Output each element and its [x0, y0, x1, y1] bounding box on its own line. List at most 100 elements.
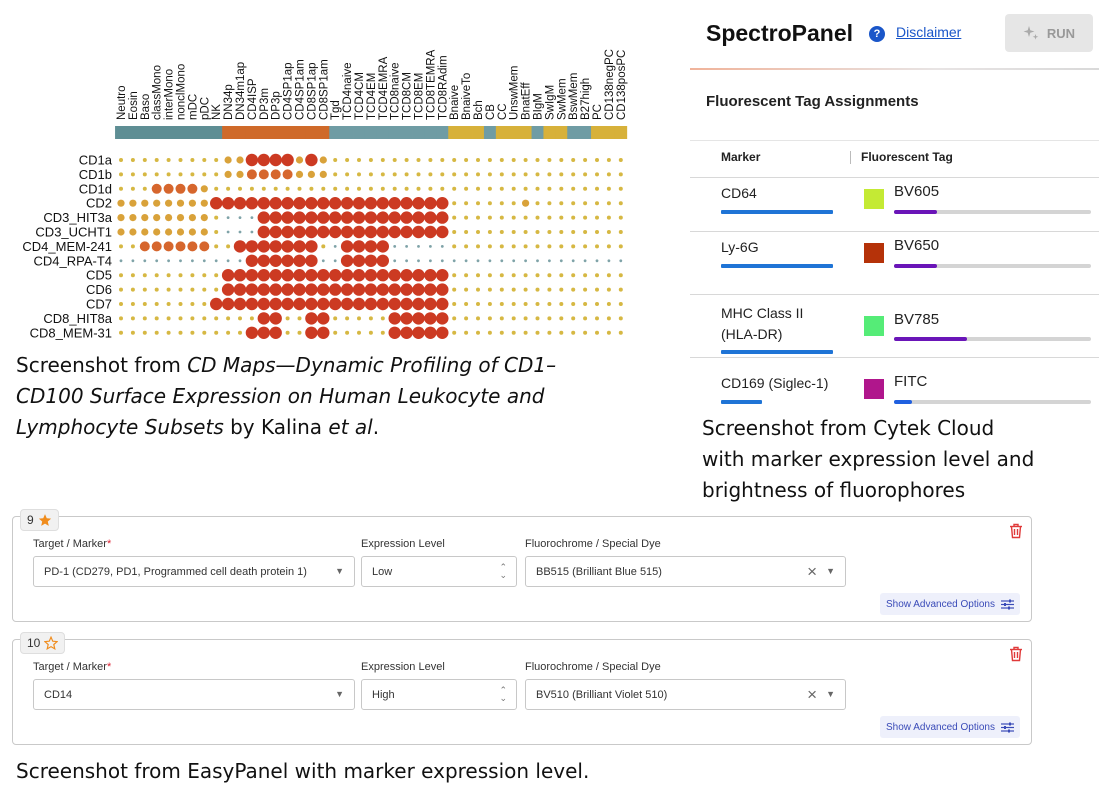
disclaimer-link[interactable]: Disclaimer	[896, 24, 961, 40]
target-select[interactable]: CD14 ▼	[33, 679, 355, 710]
expression-bubble	[380, 158, 385, 162]
caption-line: with marker expression level and	[702, 447, 1035, 471]
expression-bubble	[285, 316, 290, 321]
target-select[interactable]: PD-1 (CD279, PD1, Programmed cell death …	[33, 556, 355, 587]
column-label: Tgd	[330, 100, 342, 120]
expression-select[interactable]: Low ⌃ ⌄	[361, 556, 517, 587]
marker-name-line: (HLA-DR)	[721, 326, 783, 342]
expression-bubble	[238, 186, 242, 191]
expression-bubble	[388, 211, 401, 224]
expression-bubble	[499, 158, 504, 162]
expression-bubble	[317, 269, 330, 282]
expression-bubble	[129, 228, 137, 236]
expression-bubble	[245, 283, 259, 296]
column-label: BIgM	[533, 93, 545, 120]
expression-bubble	[281, 197, 294, 210]
chevron-down-icon[interactable]: ▼	[826, 566, 835, 576]
expression-bubble	[178, 287, 183, 292]
expression-bubble	[130, 287, 135, 292]
expression-bubble	[417, 245, 420, 248]
group-band-segment	[519, 126, 532, 139]
expression-bubble	[428, 172, 433, 177]
expression-bubble	[511, 273, 516, 278]
expression-bubble	[412, 312, 425, 325]
expression-bubble	[178, 330, 183, 335]
column-label: DP3p	[271, 91, 283, 120]
expression-bubble	[178, 273, 183, 278]
trash-icon[interactable]	[1009, 523, 1023, 539]
expression-bubble	[226, 330, 231, 335]
marker-row[interactable]: Ly-6G BV650	[690, 231, 1099, 294]
marker-row[interactable]: MHC Class II (HLA-DR) BV785	[690, 294, 1099, 357]
expression-bubble	[130, 330, 135, 335]
expression-bubble	[188, 199, 196, 207]
expression-bubble	[559, 201, 564, 206]
chevron-down-icon[interactable]: ▼	[826, 689, 835, 699]
row-label: CD7	[86, 297, 112, 312]
marker-name-line: Ly-6G	[721, 239, 759, 255]
clear-icon[interactable]: ×	[807, 562, 817, 582]
group-band-segment	[376, 126, 390, 139]
expression-bubble	[607, 259, 611, 263]
group-band-segment	[412, 126, 425, 139]
expression-bubble	[476, 316, 480, 321]
expression-bubble	[340, 211, 354, 224]
expression-bubble	[233, 240, 247, 253]
show-advanced-options-button[interactable]: Show Advanced Options	[880, 593, 1020, 615]
expression-bubble	[281, 269, 294, 282]
expression-bubble	[257, 153, 270, 167]
expression-label: Expression Level	[361, 538, 445, 550]
help-icon[interactable]: ?	[869, 26, 885, 42]
trash-icon[interactable]	[1009, 646, 1023, 662]
expression-bubble	[179, 259, 182, 263]
expression-bubble	[606, 172, 611, 177]
expression-bubble	[523, 244, 528, 249]
expression-bubble	[154, 316, 159, 321]
fluorochrome-label: Fluorochrome / Special Dye	[525, 538, 661, 550]
expression-bubble	[190, 172, 195, 177]
target-value: CD14	[44, 688, 73, 701]
expression-bubble	[511, 215, 516, 220]
expression-bubble	[119, 172, 123, 177]
show-advanced-options-button[interactable]: Show Advanced Options	[880, 716, 1020, 738]
expression-bubble	[345, 172, 350, 177]
expression-bubble	[559, 158, 564, 162]
column-label: TCD4CM	[354, 72, 366, 120]
target-label: Target / Marker*	[33, 661, 111, 673]
clear-icon[interactable]: ×	[807, 685, 817, 705]
expression-bubble	[221, 297, 235, 311]
expression-bubble	[476, 158, 480, 162]
expression-bubble	[131, 259, 135, 263]
run-button[interactable]: RUN	[1005, 14, 1093, 52]
star-filled-icon[interactable]	[38, 513, 52, 527]
expression-bubble	[511, 330, 516, 335]
expression-bubble	[436, 211, 449, 224]
table-header: Marker Fluorescent Tag	[690, 140, 1099, 177]
expression-bubble	[487, 302, 492, 306]
expression-bubble	[214, 244, 219, 249]
expression-bubble	[297, 330, 302, 335]
expression-bubble	[352, 225, 366, 239]
fluorochrome-label: Fluorochrome / Special Dye	[525, 661, 661, 673]
expression-bubble	[151, 183, 162, 194]
expression-bubble	[305, 240, 318, 253]
expression-bubble	[440, 172, 445, 177]
expression-bubble	[388, 312, 401, 325]
fluorochrome-select[interactable]: BV510 (Brilliant Violet 510) × ▼	[525, 679, 846, 710]
expression-bubble	[583, 172, 588, 177]
expression-bubble	[380, 186, 385, 191]
expression-bubble	[583, 230, 588, 234]
expression-bubble	[319, 156, 327, 164]
expression-bubble	[583, 287, 588, 292]
fluorochrome-select[interactable]: BB515 (Brilliant Blue 515) × ▼	[525, 556, 846, 587]
expression-bubble	[364, 211, 378, 224]
expression-bubble	[436, 197, 449, 210]
advanced-options-label: Show Advanced Options	[886, 598, 995, 610]
group-band-segment	[174, 126, 187, 139]
star-outline-icon[interactable]	[44, 636, 59, 650]
expression-select[interactable]: High ⌃ ⌄	[361, 679, 517, 710]
expression-bubble	[571, 201, 576, 206]
card-number: 9	[27, 513, 34, 527]
marker-row[interactable]: CD169 (Siglec-1) FITC	[690, 357, 1099, 420]
expression-bubble	[245, 197, 259, 210]
